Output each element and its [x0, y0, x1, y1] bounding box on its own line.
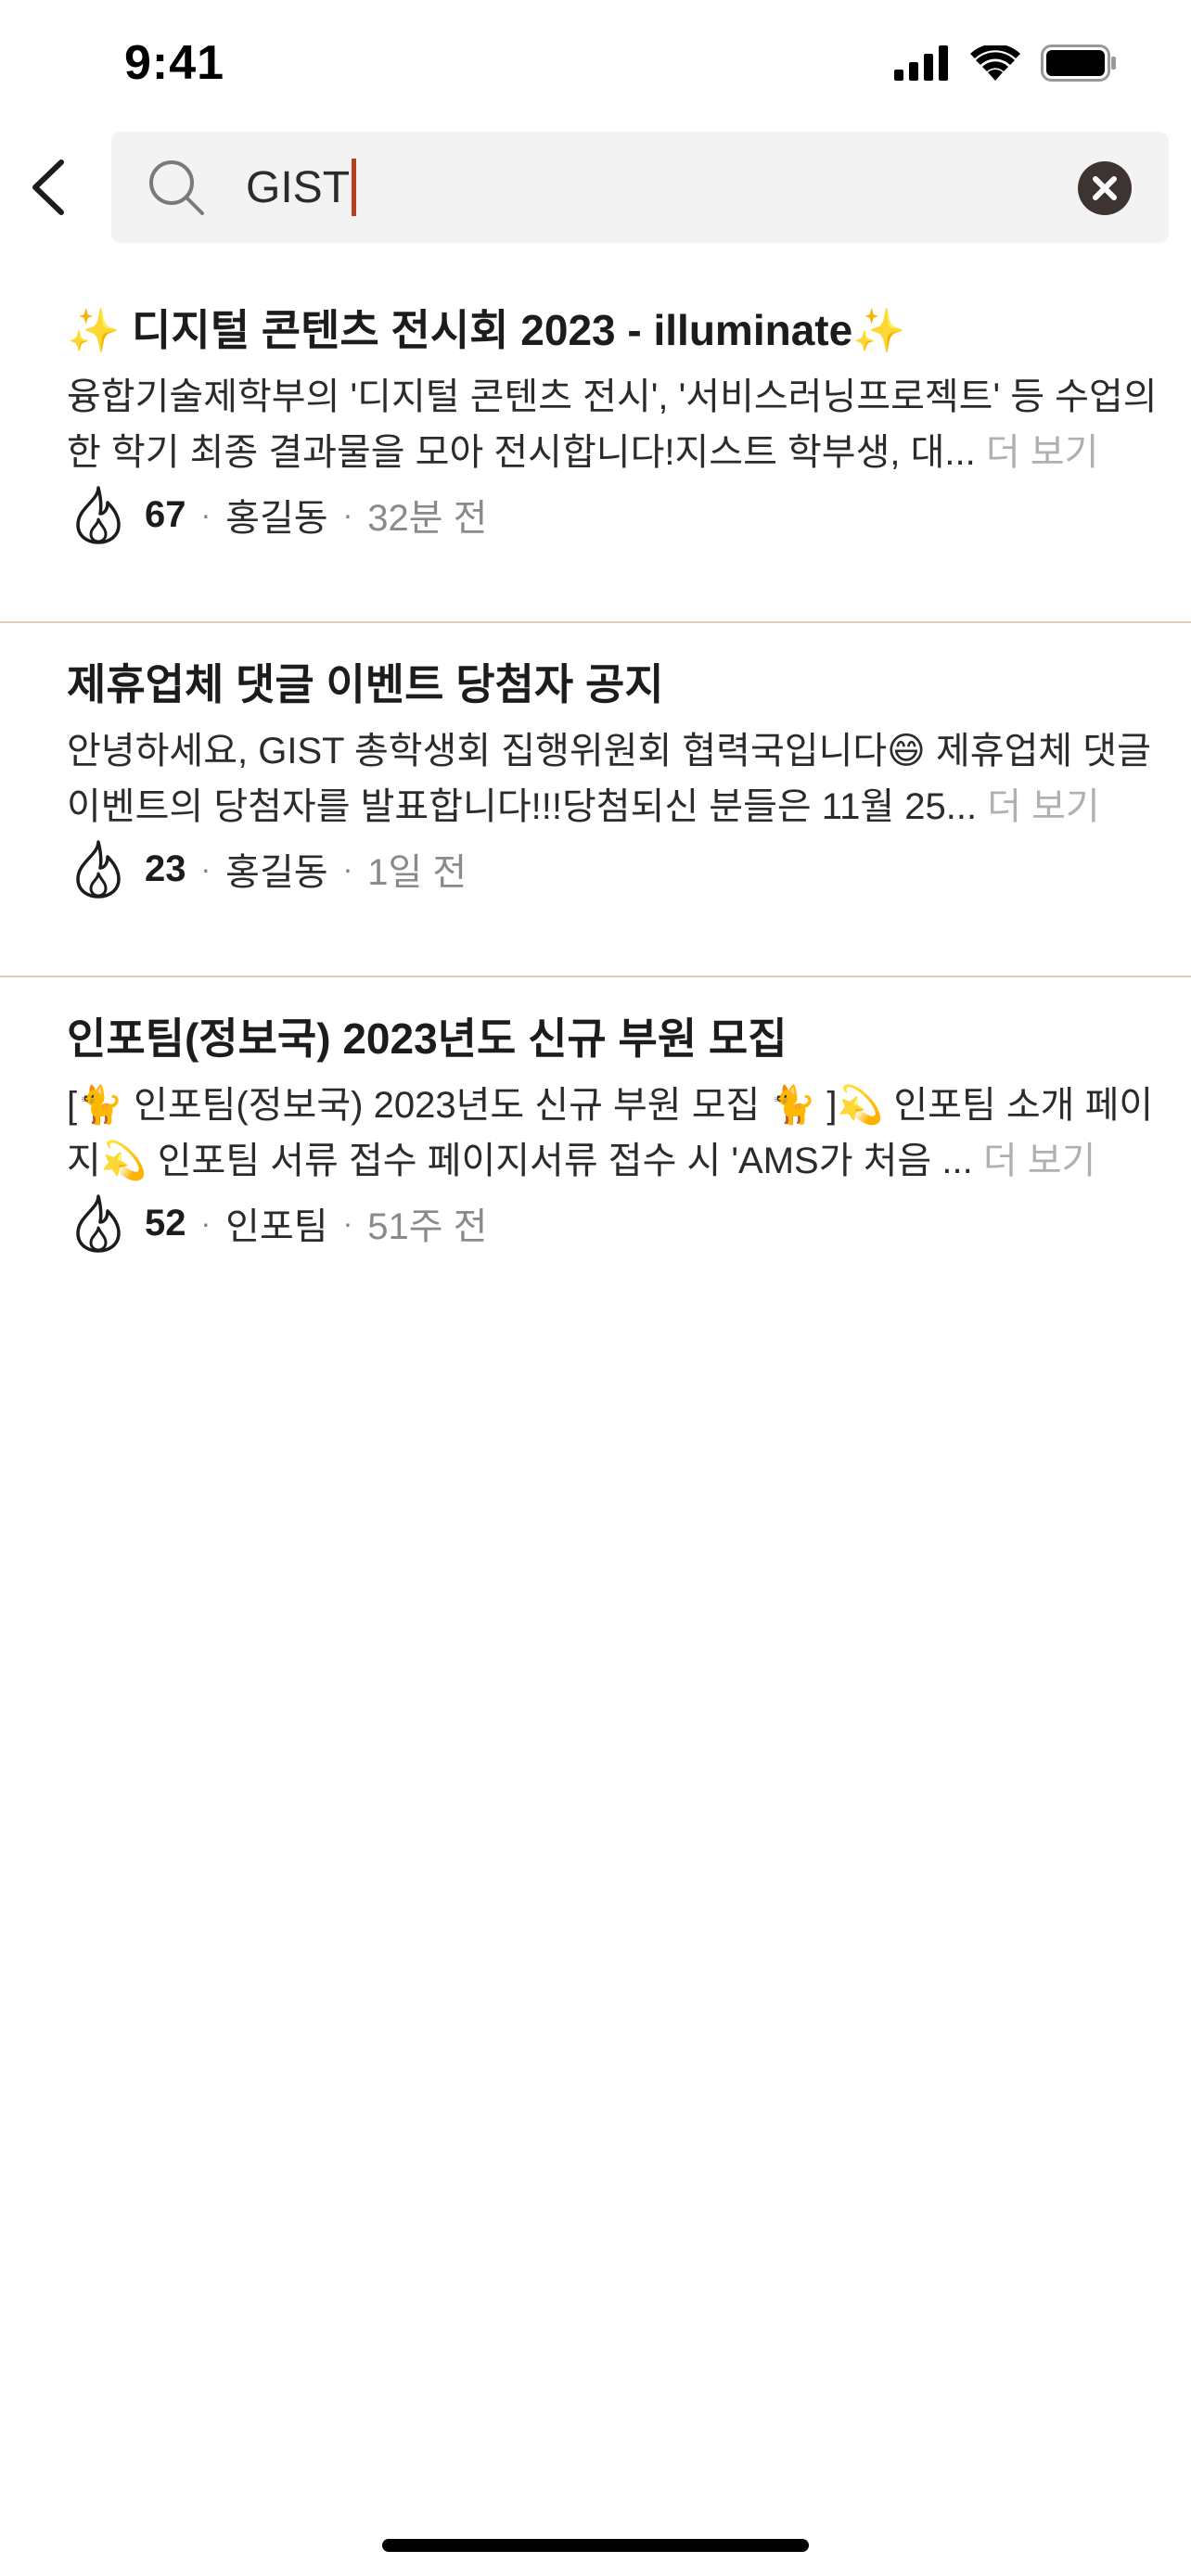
separator-dot: ·: [342, 851, 353, 886]
separator-dot: ·: [200, 497, 211, 531]
separator-dot: ·: [200, 851, 211, 886]
status-icons: [894, 45, 1117, 82]
post-time: 32분 전: [367, 498, 488, 539]
wifi-icon: [970, 45, 1020, 81]
separator-dot: ·: [342, 1205, 353, 1240]
author-name: 인포팀: [225, 1206, 328, 1247]
home-indicator[interactable]: [382, 2539, 809, 2552]
battery-icon: [1041, 45, 1116, 82]
result-preview: [🐈 인포팀(정보국) 2023년도 신규 부원 모집 🐈 ]💫 인포팀 소개 …: [67, 1078, 1161, 1189]
fire-icon: [76, 486, 121, 544]
text-caret: [352, 159, 357, 216]
search-header: GIST: [0, 130, 1191, 243]
author-name: 홍길동: [225, 852, 328, 893]
result-title: 제휴업체 댓글 이벤트 당첨자 공지: [67, 660, 664, 708]
more-link[interactable]: 더 보기: [987, 786, 1100, 827]
likes-count: 23: [145, 848, 186, 889]
back-button[interactable]: [13, 152, 83, 223]
status-time: 9:41: [124, 36, 225, 90]
search-input[interactable]: GIST: [246, 158, 1081, 217]
post-time: 1일 전: [367, 852, 467, 893]
status-bar: 9:41: [0, 0, 1191, 130]
search-box[interactable]: GIST: [111, 132, 1169, 243]
chevron-left-icon: [32, 159, 64, 215]
cellular-signal-icon: [894, 45, 948, 81]
separator-dot: ·: [342, 497, 353, 531]
result-title: ✨ 디지털 콘텐츠 전시회 2023 - illuminate✨: [67, 306, 906, 354]
search-query: GIST: [246, 162, 351, 212]
likes-count: 52: [145, 1202, 186, 1243]
post-time: 51주 전: [367, 1206, 488, 1247]
likes-count: 67: [145, 493, 186, 535]
fire-icon: [76, 1194, 121, 1253]
result-meta: 67 · 홍길동 · 32분 전: [70, 484, 487, 545]
search-icon: [149, 160, 204, 215]
fire-icon: [76, 840, 121, 899]
result-title: 인포팀(정보국) 2023년도 신규 부원 모집: [67, 1014, 788, 1063]
result-preview: 융합기술제학부의 '디지털 콘텐츠 전시', '서비스러닝프로젝트' 등 수업의…: [67, 369, 1161, 480]
clear-icon[interactable]: [1078, 161, 1132, 215]
result-preview: 안녕하세요, GIST 총학생회 집행위원회 협력국입니다😄 제휴업체 댓글 이…: [67, 723, 1161, 835]
list-item[interactable]: 인포팀(정보국) 2023년도 신규 부원 모집 [🐈 인포팀(정보국) 202…: [0, 977, 1191, 1332]
result-meta: 23 · 홍길동 · 1일 전: [70, 838, 467, 899]
list-item[interactable]: 제휴업체 댓글 이벤트 당첨자 공지 안녕하세요, GIST 총학생회 집행위원…: [0, 623, 1191, 977]
list-item[interactable]: ✨ 디지털 콘텐츠 전시회 2023 - illuminate✨ 융합기술제학부…: [0, 269, 1191, 623]
separator-dot: ·: [200, 1205, 211, 1240]
more-link[interactable]: 더 보기: [986, 432, 1099, 473]
result-meta: 52 · 인포팀 · 51주 전: [70, 1192, 487, 1254]
more-link[interactable]: 더 보기: [983, 1141, 1096, 1181]
search-results-list: ✨ 디지털 콘텐츠 전시회 2023 - illuminate✨ 융합기술제학부…: [0, 269, 1191, 1332]
author-name: 홍길동: [225, 498, 328, 539]
